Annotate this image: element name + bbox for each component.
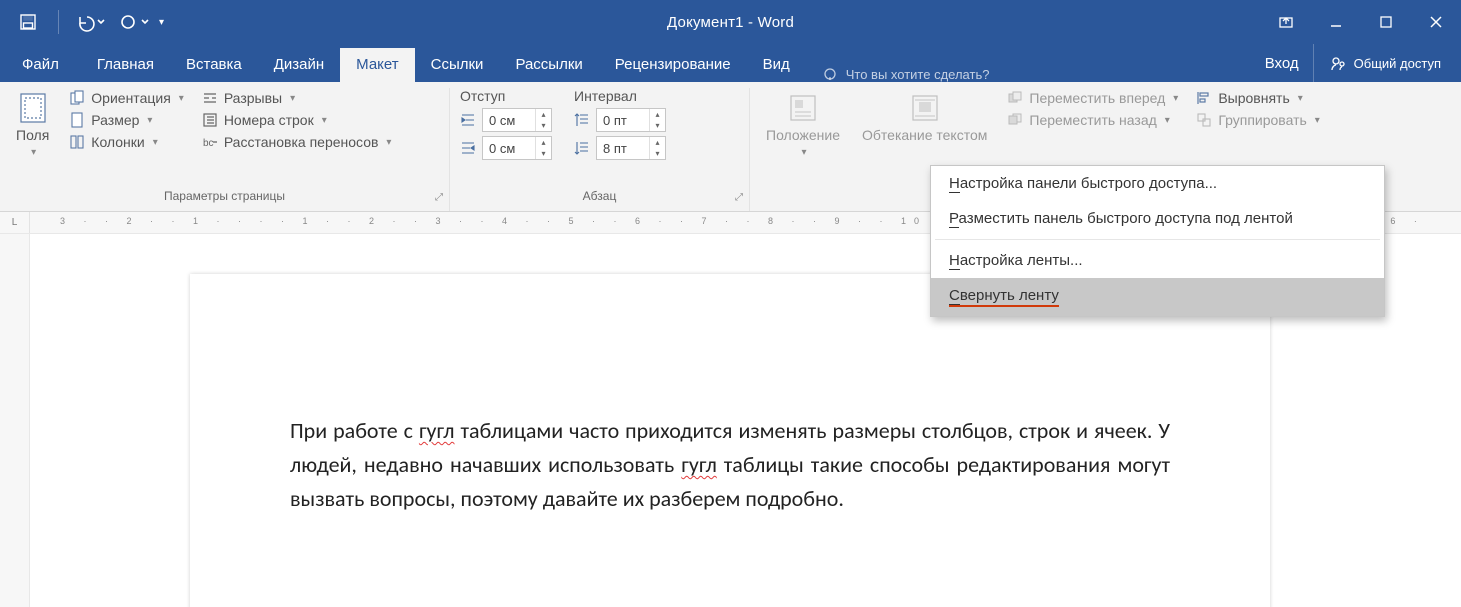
titlebar: ▾ Документ1 - Word: [0, 0, 1461, 44]
tab-references[interactable]: Ссылки: [415, 48, 500, 82]
tab-view[interactable]: Вид: [747, 48, 806, 82]
indent-left-spinner[interactable]: 0 см▴▾: [482, 108, 552, 132]
maximize-button[interactable]: [1361, 0, 1411, 44]
hyphenation-button[interactable]: bc Расстановка переносов▾: [198, 132, 396, 152]
align-button[interactable]: Выровнять▾: [1192, 88, 1323, 108]
spellerror-gugl-1[interactable]: гугл: [419, 417, 455, 444]
undo-button[interactable]: [69, 7, 109, 37]
ribbon-tabs: Файл Главная Вставка Дизайн Макет Ссылки…: [0, 44, 1461, 82]
tell-me[interactable]: Что вы хотите сделать?: [812, 66, 1000, 82]
share-button[interactable]: Общий доступ: [1313, 44, 1457, 82]
signin-link[interactable]: Вход: [1251, 47, 1313, 80]
space-before-spinner[interactable]: 0 пт▴▾: [596, 108, 666, 132]
indent-header: Отступ: [460, 88, 522, 104]
space-after-spinner[interactable]: 8 пт▴▾: [596, 136, 666, 160]
group-label-page-setup: Параметры страницы ⤢: [10, 185, 439, 209]
close-button[interactable]: [1411, 0, 1461, 44]
window-title: Документ1 - Word: [667, 14, 794, 31]
svg-text:bc: bc: [203, 138, 214, 149]
bring-forward-button[interactable]: Переместить вперед▾: [1003, 88, 1182, 108]
tell-me-placeholder: Что вы хотите сделать?: [846, 67, 990, 82]
tab-layout[interactable]: Макет: [340, 48, 414, 82]
tab-home[interactable]: Главная: [81, 48, 170, 82]
tab-mailings[interactable]: Рассылки: [499, 48, 598, 82]
menu-customize-ribbon[interactable]: Настройка ленты...: [931, 243, 1384, 278]
paragraph-launcher[interactable]: ⤢: [735, 192, 743, 203]
ribbon-context-menu: Настройка панели быстрого доступа... Раз…: [930, 165, 1385, 317]
tab-file[interactable]: Файл: [4, 48, 81, 82]
redo-button[interactable]: [113, 7, 153, 37]
menu-show-qat-below[interactable]: Разместить панель быстрого доступа под л…: [931, 201, 1384, 236]
share-label: Общий доступ: [1354, 56, 1441, 71]
menu-customize-qat[interactable]: Настройка панели быстрого доступа...: [931, 166, 1384, 201]
send-backward-button[interactable]: Переместить назад▾: [1003, 110, 1182, 130]
tab-design[interactable]: Дизайн: [258, 48, 340, 82]
window-controls: [1261, 0, 1461, 44]
indent-right-spinner[interactable]: 0 см▴▾: [482, 136, 552, 160]
paragraph-1[interactable]: При работе с гугл таблицами часто приход…: [290, 414, 1170, 516]
tab-review[interactable]: Рецензирование: [599, 48, 747, 82]
page[interactable]: При работе с гугл таблицами часто приход…: [190, 274, 1270, 607]
group-button[interactable]: Группировать▾: [1192, 110, 1323, 130]
quick-access-toolbar: ▾: [0, 7, 164, 37]
breaks-button[interactable]: Разрывы▾: [198, 88, 396, 108]
size-button[interactable]: Размер▾: [65, 110, 188, 130]
line-numbers-button[interactable]: Номера строк▾: [198, 110, 396, 130]
save-button[interactable]: [8, 7, 48, 37]
spacing-header: Интервал: [574, 88, 637, 104]
page-setup-launcher[interactable]: ⤢: [435, 192, 443, 203]
margins-button[interactable]: Поля▾: [10, 88, 55, 162]
group-label-paragraph: Абзац ⤢: [460, 185, 739, 209]
minimize-button[interactable]: [1311, 0, 1361, 44]
tab-insert[interactable]: Вставка: [170, 48, 258, 82]
menu-collapse-ribbon[interactable]: Свернуть ленту: [931, 278, 1384, 316]
columns-button[interactable]: Колонки▾: [65, 132, 188, 152]
orientation-button[interactable]: Ориентация▾: [65, 88, 188, 108]
wrap-text-button[interactable]: Обтекание текстом: [856, 88, 993, 147]
vertical-ruler[interactable]: [0, 234, 30, 607]
ribbon-display-options[interactable]: [1261, 0, 1311, 44]
tab-selector[interactable]: L: [0, 212, 30, 233]
spellerror-gugl-2[interactable]: гугл: [681, 451, 717, 478]
position-button[interactable]: Положение▾: [760, 88, 846, 162]
